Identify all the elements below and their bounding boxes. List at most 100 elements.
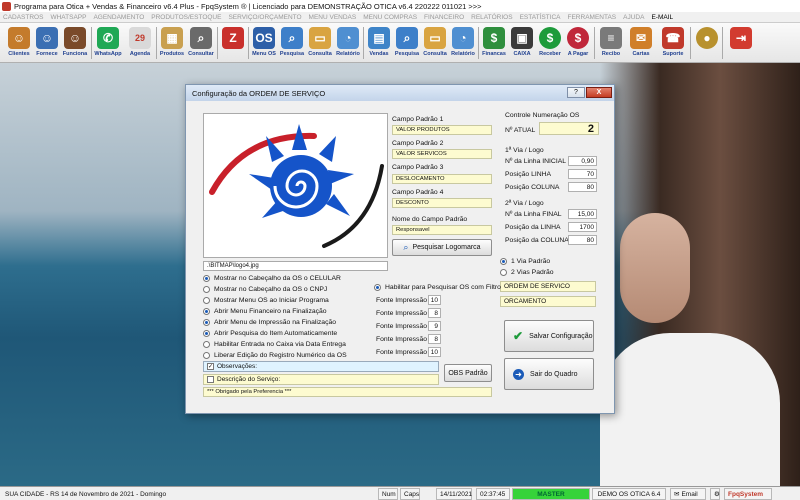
toolbar-whatsapp-button[interactable]: ✆ WhatsApp	[93, 25, 123, 61]
opt-habilitar-pesquisa-filtro[interactable]: Habilitar para Pesquisar OS com Filtro	[374, 284, 501, 291]
fonte-2-input[interactable]: 8	[428, 308, 441, 318]
toolbar-coin-button[interactable]: ●	[692, 25, 722, 61]
linha-inicial-input[interactable]: 0,90	[568, 156, 597, 166]
toolbar-transfer-button[interactable]: Z	[218, 25, 248, 61]
fonte-4-input[interactable]: 8	[428, 334, 441, 344]
footer-text-input[interactable]: *** Obrigado pela Preferencia ***	[203, 387, 492, 397]
toolbar-agenda-button[interactable]: 29 Agenda	[125, 25, 155, 61]
menu-compras[interactable]: MENU COMPRAS	[363, 14, 417, 21]
toolbar-consulta-vendas-button[interactable]: ▭ Consulta	[420, 25, 450, 61]
fonte-3-label: Fonte Impressão 3	[376, 323, 433, 330]
toolbar-consultar-button[interactable]: ⌕ Consultar	[186, 25, 216, 61]
fonte-3-input[interactable]: 9	[428, 321, 441, 331]
via2-posicao-linha-label: Posição da LINHA	[505, 224, 561, 231]
status-email[interactable]: ✉ Email	[670, 488, 706, 500]
sair-do-quadro-button[interactable]: ➜ Sair do Quadro	[504, 358, 594, 390]
radio-dot	[203, 308, 210, 315]
toolbar-fornece-button[interactable]: ☺ Fornece	[32, 25, 62, 61]
n-atual-input[interactable]: 2	[539, 122, 599, 135]
toolbar-cartas-button[interactable]: ✉ Cartas	[626, 25, 656, 61]
background-photo-shirt	[600, 333, 780, 486]
via1-posicao-linha-input[interactable]: 70	[568, 169, 597, 179]
toolbar-financas-button[interactable]: $ Financas	[479, 25, 509, 61]
status-bar: SUA CIDADE - RS 14 de Novembro de 2021 -…	[0, 486, 800, 500]
obs-padrao-button[interactable]: OBS Padrão	[444, 364, 492, 382]
opt-liberar-edicao[interactable]: Liberar Edição do Registro Numérico da O…	[203, 352, 347, 359]
observacoes-row[interactable]: ✓ Observações:	[203, 361, 439, 372]
toolbar-receber-button[interactable]: $ Receber	[535, 25, 565, 61]
descricao-servico-row[interactable]: Descrição do Serviço:	[203, 374, 439, 385]
campo-padrao-4-label: Campo Padrão 4	[392, 189, 444, 196]
radio-2-vias[interactable]: 2 Vias Padrão	[500, 269, 554, 276]
toolbar-produtos-button[interactable]: ▦ Produtos	[157, 25, 187, 61]
opt-pesquisa-item[interactable]: Abrir Pesquisa do Item Automaticamente	[203, 330, 337, 337]
calendar-icon: 29	[129, 27, 151, 49]
observacoes-checkbox[interactable]: ✓	[207, 363, 214, 370]
opt-cabecalho-celular[interactable]: Mostrar no Cabeçalho da OS o CELULAR	[203, 275, 341, 282]
toolbar-pesquisa-vendas-button[interactable]: ⌕ Pesquisa	[392, 25, 422, 61]
toolbar-consulta-os-button[interactable]: ▭ Consulta	[305, 25, 335, 61]
menu-servico-orcamento[interactable]: SERVIÇO/ORÇAMENTO	[228, 14, 301, 21]
opt-entrada-caixa[interactable]: Habilitar Entrada no Caixa via Data Entr…	[203, 341, 346, 348]
toolbar: ☺ Clientes ☺ Fornece ☺ Funciona ✆ WhatsApp 2…	[0, 23, 800, 63]
toolbar-suporte-button[interactable]: ☎ Suporte	[658, 25, 688, 61]
via2-posicao-linha-input[interactable]: 1700	[568, 222, 597, 232]
finance-icon: $	[483, 27, 505, 49]
menu-cadastros[interactable]: CADASTROS	[3, 14, 43, 21]
logo-path-field[interactable]: .\BITMAP\logo4.jpg	[203, 261, 388, 271]
toolbar-caixa-button[interactable]: ▣ CAIXA	[507, 25, 537, 61]
menu-ferramentas[interactable]: FERRAMENTAS	[568, 14, 617, 21]
nome-campo-input[interactable]: Responsavel	[392, 225, 492, 235]
status-num: Num	[378, 488, 398, 500]
toolbar-exit-button[interactable]: ⇥	[726, 25, 756, 61]
toolbar-funciona-button[interactable]: ☺ Funciona	[60, 25, 90, 61]
toolbar-relatorio-vendas-button[interactable]: ◔ Relatório	[448, 25, 478, 61]
status-location-date: SUA CIDADE - RS 14 de Novembro de 2021 -…	[5, 490, 167, 498]
titulo-orcamento-input[interactable]: ORCAMENTO	[500, 296, 596, 307]
campo-padrao-2-input[interactable]: VALOR SERVICOS	[392, 149, 492, 159]
menu-vendas[interactable]: MENU VENDAS	[309, 14, 357, 21]
campo-padrao-3-input[interactable]: DESLOCAMENTO	[392, 174, 492, 184]
via2-title: 2ª Via / Logo	[505, 200, 544, 207]
status-brand: FpqSystem	[724, 488, 772, 500]
dialog-close-button[interactable]: X	[586, 87, 612, 98]
pay-money-icon: $	[567, 27, 589, 49]
menu-agendamento[interactable]: AGENDAMENTO	[93, 14, 144, 21]
radio-1-via[interactable]: 1 Via Padrão	[500, 258, 550, 265]
toolbar-recibo-button[interactable]: ≡ Recibo	[596, 25, 626, 61]
opt-menu-financeiro[interactable]: Abrir Menu Financeiro na Finalização	[203, 308, 327, 315]
dialog-help-button[interactable]: ?	[567, 87, 585, 98]
toolbar-vendas-button[interactable]: ▤ Vendas	[364, 25, 394, 61]
menu-email[interactable]: E-MAIL	[651, 14, 673, 21]
campo-padrao-4-input[interactable]: DESCONTO	[392, 198, 492, 208]
campo-padrao-1-input[interactable]: VALOR PRODUTOS	[392, 125, 492, 135]
titulo-os-input[interactable]: ORDEM DE SERVICO	[500, 281, 596, 292]
search-doc-icon: ⌕	[396, 27, 418, 49]
toolbar-menu-os-button[interactable]: OS Menu OS	[249, 25, 279, 61]
menu-financeiro[interactable]: FINANCEIRO	[424, 14, 464, 21]
fonte-5-input[interactable]: 10	[428, 347, 441, 357]
fonte-1-label: Fonte Impressão 1	[376, 297, 433, 304]
toolbar-pesquisa-os-button[interactable]: ⌕ Pesquisa	[277, 25, 307, 61]
via1-posicao-coluna-input[interactable]: 80	[568, 182, 597, 192]
linha-final-input[interactable]: 15,00	[568, 209, 597, 219]
via2-posicao-coluna-input[interactable]: 80	[568, 235, 597, 245]
menu-relatorios[interactable]: RELATÓRIOS	[471, 14, 512, 21]
status-gear-icon[interactable]: ⚙	[710, 488, 720, 500]
opt-menu-os-iniciar[interactable]: Mostrar Menu OS ao Iniciar Programa	[203, 297, 329, 304]
menu-ajuda[interactable]: AJUDA	[623, 14, 644, 21]
toolbar-relatorio-os-button[interactable]: ◔ Relatório	[333, 25, 363, 61]
menu-produtos-estoque[interactable]: PRODUTOS/ESTOQUE	[151, 14, 221, 21]
toolbar-clientes-button[interactable]: ☺ Clientes	[4, 25, 34, 61]
pesquisar-logomarca-button[interactable]: ⌕ Pesquisar Logomarca	[392, 239, 492, 256]
salvar-configuracao-button[interactable]: ✔ Salvar Configuração	[504, 320, 594, 352]
menu-whatsapp[interactable]: WHATSAPP	[50, 14, 86, 21]
opt-menu-impressao[interactable]: Abrir Menu de Impressão na Finalização	[203, 319, 336, 326]
opt-cabecalho-cnpj[interactable]: Mostrar no Cabeçalho da OS o CNPJ	[203, 286, 327, 293]
status-time: 02:37:45	[476, 488, 510, 500]
toolbar-a-pagar-button[interactable]: $ A Pagar	[563, 25, 593, 61]
checkmark-icon: ✔	[513, 329, 524, 343]
descricao-servico-checkbox[interactable]	[207, 376, 214, 383]
menu-estatistica[interactable]: ESTATÍSTICA	[520, 14, 561, 21]
fonte-1-input[interactable]: 10	[428, 295, 441, 305]
